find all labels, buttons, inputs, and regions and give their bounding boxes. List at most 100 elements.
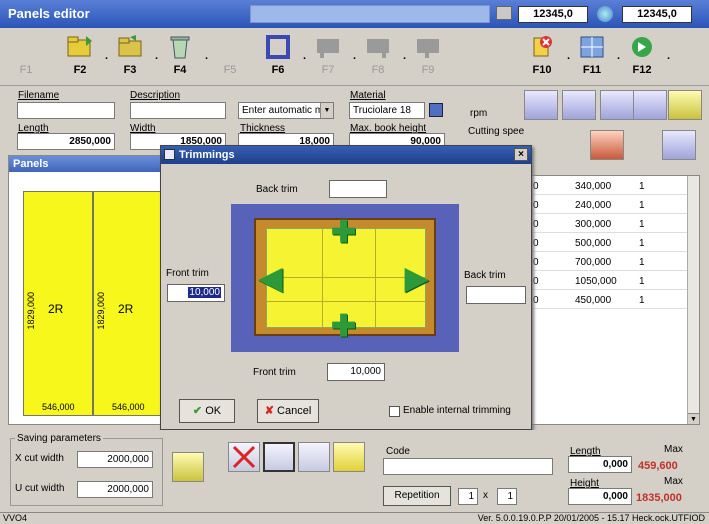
description-input[interactable] (130, 102, 226, 119)
u-cut-width-input[interactable]: 2000,000 (77, 481, 153, 498)
grid-icon (578, 34, 606, 60)
table-cell: 340,000 (575, 181, 612, 192)
scroll-down-icon[interactable]: ▼ (688, 413, 699, 424)
table-row[interactable]: 0 1050,000 1 (531, 273, 691, 290)
code-input[interactable] (383, 458, 553, 475)
panel-strip[interactable]: 1829,000 2R 546,000 (93, 191, 163, 416)
table-cell: 1 (639, 219, 645, 230)
enable-internal-trimming-checkbox[interactable] (389, 406, 400, 417)
function-toolbar: F1 F2 . F3 . F4 . F5 F6 . F7 . F8 . F9 F… (0, 28, 709, 86)
table-cell: 1 (639, 257, 645, 268)
repetition-count-b[interactable]: 1 (497, 488, 517, 505)
table-scrollbar[interactable]: ▼ (687, 176, 699, 424)
status-bar: VVO4 Ver. 5.0.0.19.0.P.P 20/01/2005 - 15… (0, 512, 709, 524)
enable-internal-trimming-label: Enable internal trimming (403, 405, 511, 416)
calculator-icon[interactable] (496, 6, 512, 20)
cancel-x-icon: ✘ (264, 405, 274, 417)
panel-width-label: 546,000 (42, 402, 75, 412)
cutting-speed-label: Cutting spee (468, 126, 525, 137)
f8-button[interactable]: F8 . (356, 32, 406, 82)
blank-icon (12, 34, 40, 60)
table-cell: 1050,000 (575, 276, 617, 287)
length-max-value: 459,600 (638, 460, 678, 472)
dialog-title-bar: Trimmings × (161, 146, 531, 164)
dropdown-arrow-icon[interactable]: ▼ (320, 103, 333, 118)
automatic-mode-value: Enter automatic m (242, 105, 324, 116)
f4-button[interactable]: F4 . (158, 32, 208, 82)
front-trim-bottom-input[interactable]: 10,000 (327, 363, 385, 381)
table-row[interactable]: 0 340,000 1 (531, 178, 691, 195)
f1-button[interactable]: F1 (4, 32, 48, 82)
automatic-mode-select[interactable]: Enter automatic m ▼ (238, 102, 334, 119)
panel-strip[interactable]: 1829,000 2R 546,000 (23, 191, 93, 416)
check-icon: ✔ (192, 405, 203, 417)
back-trim-top-input[interactable] (329, 180, 387, 198)
table-cell: 0 (533, 219, 539, 230)
f2-button[interactable]: F2 . (58, 32, 108, 82)
f12-button[interactable]: F12 . (620, 32, 670, 82)
f3-label: F3 (123, 64, 137, 76)
length-result-value: 0,000 (568, 456, 632, 473)
f11-button[interactable]: F11 . (570, 32, 620, 82)
repetition-count-a[interactable]: 1 (458, 488, 478, 505)
panels-window-title: Panels (9, 156, 177, 172)
download-button[interactable] (668, 90, 702, 120)
table-row[interactable]: 0 240,000 1 (531, 197, 691, 214)
open-folder-icon (66, 34, 94, 60)
table-row[interactable]: 0 500,000 1 (531, 235, 691, 252)
folder-icon (116, 34, 144, 60)
front-trim-left-value: 10,000 (188, 287, 221, 298)
back-trim-top-label: Back trim (256, 184, 298, 195)
f3-button[interactable]: F3 . (108, 32, 158, 82)
table-cell: 1 (639, 295, 645, 306)
tool-left-button[interactable] (562, 90, 596, 120)
stack-panel-button[interactable] (633, 90, 667, 120)
panel-preview-button[interactable] (333, 442, 365, 472)
machine-icon (314, 34, 342, 60)
front-trim-left-input[interactable]: 10,000 (167, 284, 225, 302)
f10-button[interactable]: F10 . (520, 32, 570, 82)
material-input[interactable]: Truciolare 18 (349, 102, 425, 119)
close-icon[interactable]: × (514, 148, 528, 161)
length-input[interactable]: 2850,000 (17, 133, 115, 150)
table-cell: 240,000 (575, 200, 612, 211)
tool-right-button[interactable] (600, 90, 634, 120)
edit-panel-button[interactable] (298, 442, 330, 472)
table-row[interactable]: 0 450,000 1 (531, 292, 691, 309)
ok-button[interactable]: ✔ OK (179, 399, 235, 423)
material-browse-icon[interactable] (429, 103, 443, 117)
u-cut-width-label: U cut width (15, 483, 65, 494)
f9-button[interactable]: F9 (406, 32, 450, 82)
back-trim-right-input[interactable] (466, 286, 526, 304)
filename-input[interactable] (17, 102, 115, 119)
swirl-icon[interactable] (597, 6, 613, 22)
left-trim-arrow-icon: ◀ (259, 262, 283, 295)
table-cell: 300,000 (575, 219, 612, 230)
rotate-panel-button[interactable] (524, 90, 558, 120)
panel-view-button[interactable] (662, 130, 696, 160)
cancel-label: Cancel (277, 405, 312, 417)
add-panel-button[interactable] (263, 442, 295, 472)
f5-label: F5 (223, 64, 237, 76)
delete-panel-button[interactable] (228, 442, 260, 472)
panels-window: Panels 1829,000 2R 546,000 1829,000 2R 5… (8, 155, 178, 425)
panel-width-label: 546,000 (112, 402, 145, 412)
status-left: VVO4 (3, 513, 28, 523)
x-cut-width-input[interactable]: 2000,000 (77, 451, 153, 468)
f5-button[interactable]: F5 (208, 32, 252, 82)
label-button[interactable] (590, 130, 624, 160)
table-cell: 1 (639, 238, 645, 249)
repetition-button[interactable]: Repetition (383, 486, 451, 506)
f6-button[interactable]: F6 . (256, 32, 306, 82)
separator-dot: . (666, 50, 670, 62)
dialog-title: Trimmings (179, 149, 235, 161)
f6-label: F6 (271, 64, 285, 76)
f7-button[interactable]: F7 . (306, 32, 356, 82)
table-row[interactable]: 0 300,000 1 (531, 216, 691, 233)
window-title: Panels editor (8, 6, 90, 21)
description-label: Description (130, 90, 181, 101)
table-row[interactable]: 0 700,000 1 (531, 254, 691, 271)
frame-icon (264, 34, 292, 60)
cancel-button[interactable]: ✘ Cancel (257, 399, 319, 423)
apply-parameters-button[interactable] (172, 452, 204, 482)
